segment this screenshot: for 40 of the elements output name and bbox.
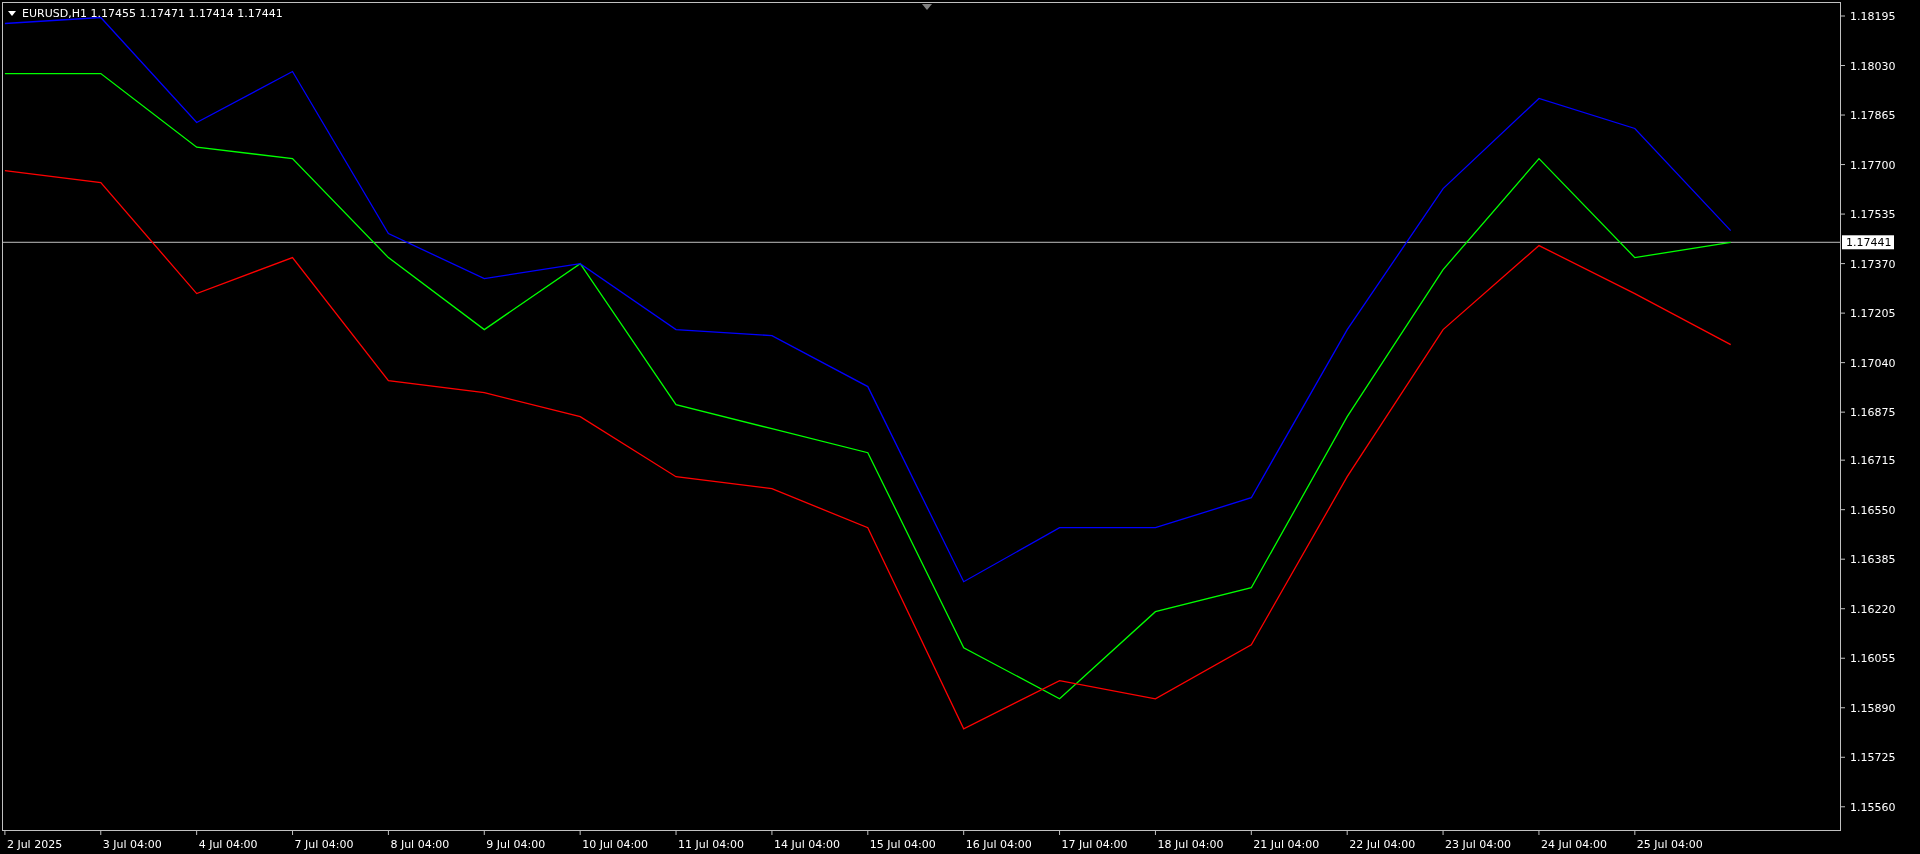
time-axis-label: 21 Jul 04:00 (1253, 838, 1320, 851)
time-axis-label: 15 Jul 04:00 (869, 838, 936, 851)
price-axis-label: 1.16055 (1850, 652, 1896, 666)
price-axis-label: 1.17370 (1850, 257, 1896, 271)
ref-line-label: 1.17441 (1846, 236, 1892, 250)
time-axis-label: 23 Jul 04:00 (1445, 838, 1512, 851)
price-axis-label: 1.17205 (1850, 307, 1896, 321)
dropdown-caret-icon (8, 11, 16, 16)
chart-header-text: EURUSD,H1 1.17455 1.17471 1.17414 1.17441 (22, 7, 283, 20)
price-axis-label: 1.18030 (1850, 59, 1896, 73)
time-axis-label: 18 Jul 04:00 (1157, 838, 1224, 851)
price-axis-label: 1.16715 (1850, 454, 1896, 468)
time-axis-label: 10 Jul 04:00 (582, 838, 649, 851)
time-axis-label: 3 Jul 04:00 (102, 838, 162, 851)
price-axis-label: 1.16220 (1850, 602, 1896, 616)
price-axis-label: 1.17040 (1850, 356, 1896, 370)
time-axis-label: 11 Jul 04:00 (678, 838, 744, 851)
time-axis-label: 7 Jul 04:00 (294, 838, 354, 851)
time-axis-label: 22 Jul 04:00 (1349, 838, 1416, 851)
price-axis-label: 1.16385 (1850, 553, 1896, 567)
price-axis-label: 1.17700 (1850, 158, 1896, 172)
current-price-tag: 1.17441 (1842, 235, 1894, 250)
chart-scroll-marker-icon (922, 4, 932, 10)
price-axis-label: 1.15560 (1850, 800, 1896, 814)
price-axis-label: 1.17535 (1850, 208, 1896, 222)
time-axis-label: 4 Jul 04:00 (198, 838, 258, 851)
time-axis-label: 14 Jul 04:00 (773, 838, 840, 851)
time-axis-label: 24 Jul 04:00 (1540, 838, 1607, 851)
price-axis-label: 1.17865 (1850, 109, 1896, 123)
time-axis-label: 8 Jul 04:00 (390, 838, 450, 851)
time-axis-label: 25 Jul 04:00 (1636, 838, 1703, 851)
time-axis-label: 17 Jul 04:00 (1061, 838, 1128, 851)
price-axis-label: 1.15890 (1850, 701, 1896, 715)
time-axis-label: 9 Jul 04:00 (486, 838, 546, 851)
price-axis-label: 1.16875 (1850, 406, 1896, 420)
time-axis-label: 16 Jul 04:00 (965, 838, 1032, 851)
price-axis-label: 1.15725 (1850, 751, 1896, 765)
price-axis-label: 1.16550 (1850, 503, 1896, 517)
time-axis-label: 2 Jul 2025 (6, 838, 63, 851)
price-axis-label: 1.18195 (1850, 10, 1896, 23)
